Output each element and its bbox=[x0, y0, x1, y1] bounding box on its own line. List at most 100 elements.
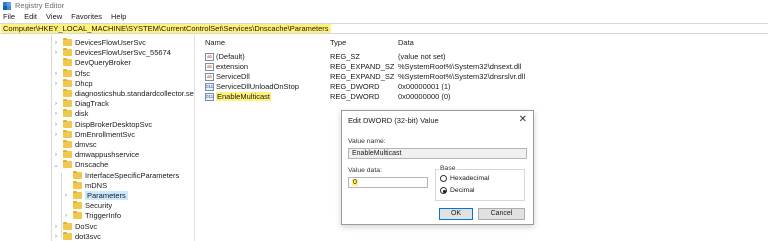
chevron-right-icon[interactable]: › bbox=[62, 212, 70, 219]
tree-item-label: InterfaceSpecificParameters bbox=[85, 170, 180, 180]
value-row[interactable]: ab ServiceDll REG_EXPAND_SZ %SystemRoot%\Sy… bbox=[196, 72, 768, 82]
folder-icon bbox=[63, 129, 72, 138]
base-group bbox=[435, 169, 525, 201]
folder-icon bbox=[73, 180, 82, 189]
decimal-radio[interactable]: Decimal bbox=[440, 187, 475, 194]
tree-item-label: Security bbox=[85, 201, 113, 211]
chevron-right-icon[interactable]: › bbox=[52, 80, 60, 87]
folder-icon bbox=[63, 68, 72, 77]
tree-item-label: Dfsc bbox=[75, 68, 90, 78]
value-row[interactable]: 011 EnableMulticast REG_DWORD 0x00000000 (0… bbox=[196, 92, 768, 102]
column-data[interactable]: Data bbox=[398, 38, 414, 47]
chevron-right-icon[interactable]: › bbox=[52, 223, 60, 230]
folder-icon bbox=[73, 170, 82, 179]
string-value-icon: ab bbox=[205, 73, 214, 82]
value-data: 0x00000000 (0) bbox=[398, 92, 451, 101]
folder-icon bbox=[63, 119, 72, 128]
value-name-cell: ab extension bbox=[205, 62, 248, 72]
value-type: REG_EXPAND_SZ bbox=[330, 62, 395, 71]
value-data-label: Value data: bbox=[348, 167, 382, 174]
value-data-input[interactable]: 0 bbox=[348, 177, 428, 188]
title-bar: Registry Editor bbox=[0, 0, 768, 11]
value-row[interactable]: ab (Default) REG_SZ (value not set) bbox=[196, 52, 768, 62]
folder-icon bbox=[63, 140, 72, 148]
value-type: REG_SZ bbox=[330, 52, 361, 61]
cancel-button[interactable]: Cancel bbox=[478, 208, 525, 220]
chevron-right-icon[interactable]: › bbox=[52, 39, 60, 46]
value-name-cell: ab (Default) bbox=[205, 52, 245, 62]
tree-item-label: diagnosticshub.standardcollector.service bbox=[75, 89, 194, 98]
chevron-right-icon[interactable]: › bbox=[52, 233, 60, 240]
chevron-right-icon[interactable]: › bbox=[62, 192, 70, 199]
tree-item-label: DevicesFlowUserSvc bbox=[75, 38, 146, 47]
folder-icon bbox=[63, 58, 72, 67]
menu-file[interactable]: File bbox=[3, 12, 15, 21]
radio-checked-icon bbox=[440, 187, 447, 194]
folder-icon bbox=[63, 38, 72, 46]
ok-button[interactable]: OK bbox=[439, 208, 473, 220]
value-name: ServiceDllUnloadOnStop bbox=[216, 82, 299, 91]
tree-item[interactable]: › dot3svc bbox=[52, 231, 101, 241]
value-name-cell: 011 EnableMulticast bbox=[205, 92, 271, 102]
close-icon[interactable]: ✕ bbox=[519, 114, 527, 125]
edit-dword-dialog: Edit DWORD (32-bit) Value ✕ Value name: … bbox=[341, 110, 534, 225]
key-tree[interactable]: › DevicesFlowUserSvc › DevicesFlowUserSvc_5… bbox=[0, 35, 195, 241]
menu-view[interactable]: View bbox=[46, 12, 62, 21]
chevron-down-icon[interactable]: ⌄ bbox=[52, 161, 60, 169]
address-path[interactable]: Computer\HKEY_LOCAL_MACHINE\SYSTEM\Curre… bbox=[1, 24, 331, 33]
tree-item-label: DoSvc bbox=[75, 221, 98, 231]
column-type[interactable]: Type bbox=[330, 38, 346, 47]
folder-icon bbox=[63, 109, 72, 118]
value-row[interactable]: ab extension REG_EXPAND_SZ %SystemRoot%\Sys… bbox=[196, 62, 768, 72]
registry-editor-icon bbox=[3, 1, 11, 10]
value-data-text: 0 bbox=[352, 179, 358, 186]
window-title: Registry Editor bbox=[15, 1, 65, 10]
tree-item-label: mDNS bbox=[85, 180, 108, 190]
tree-item-label: dmvsc bbox=[75, 140, 97, 149]
value-type: REG_DWORD bbox=[330, 92, 380, 101]
menu-favorites[interactable]: Favorites bbox=[71, 12, 102, 21]
tree-item-label: Dnscache bbox=[75, 160, 109, 170]
folder-icon bbox=[63, 160, 72, 169]
dword-value-icon: 011 bbox=[205, 93, 214, 102]
value-name-field: EnableMulticast bbox=[348, 148, 527, 159]
value-name-cell: 011 ServiceDllUnloadOnStop bbox=[205, 82, 299, 92]
string-value-icon: ab bbox=[205, 63, 214, 72]
tree-item-label: Dhcp bbox=[75, 78, 93, 88]
menu-help[interactable]: Help bbox=[111, 12, 126, 21]
menu-edit[interactable]: Edit bbox=[24, 12, 37, 21]
folder-icon bbox=[63, 78, 72, 87]
radio-unchecked-icon bbox=[440, 175, 447, 182]
list-header: Name Type Data bbox=[196, 38, 768, 49]
value-name-cell: ab ServiceDll bbox=[205, 72, 250, 82]
folder-icon bbox=[73, 211, 82, 220]
value-row[interactable]: 011 ServiceDllUnloadOnStop REG_DWORD 0x0000… bbox=[196, 82, 768, 92]
chevron-right-icon[interactable]: › bbox=[52, 70, 60, 77]
column-name[interactable]: Name bbox=[205, 38, 225, 47]
value-type: REG_EXPAND_SZ bbox=[330, 72, 395, 81]
chevron-right-icon[interactable]: › bbox=[52, 100, 60, 107]
decimal-label: Decimal bbox=[450, 187, 475, 194]
chevron-right-icon[interactable]: › bbox=[52, 131, 60, 138]
folder-icon bbox=[73, 201, 82, 210]
base-label: Base bbox=[439, 165, 457, 172]
address-bar[interactable]: Computer\HKEY_LOCAL_MACHINE\SYSTEM\Curre… bbox=[0, 23, 768, 34]
value-name: EnableMulticast bbox=[216, 92, 271, 101]
folder-icon bbox=[63, 150, 72, 159]
value-name: extension bbox=[216, 62, 249, 71]
chevron-right-icon[interactable]: › bbox=[52, 49, 60, 56]
folder-icon bbox=[63, 221, 72, 230]
value-data: 0x00000001 (1) bbox=[398, 82, 451, 91]
value-name: (Default) bbox=[216, 52, 245, 61]
chevron-right-icon[interactable]: › bbox=[52, 121, 60, 128]
tree-item-label: Parameters bbox=[85, 191, 128, 200]
folder-icon bbox=[63, 89, 72, 97]
value-data: %SystemRoot%\System32\dnsext.dll bbox=[398, 62, 522, 71]
chevron-right-icon[interactable]: › bbox=[52, 110, 60, 117]
dialog-title: Edit DWORD (32-bit) Value bbox=[348, 116, 439, 125]
hexadecimal-radio[interactable]: Hexadecimal bbox=[440, 175, 489, 182]
value-name-label: Value name: bbox=[348, 138, 386, 145]
chevron-right-icon[interactable]: › bbox=[52, 151, 60, 158]
tree-item-label: dmwappushservice bbox=[75, 150, 140, 160]
hexadecimal-label: Hexadecimal bbox=[450, 175, 490, 182]
